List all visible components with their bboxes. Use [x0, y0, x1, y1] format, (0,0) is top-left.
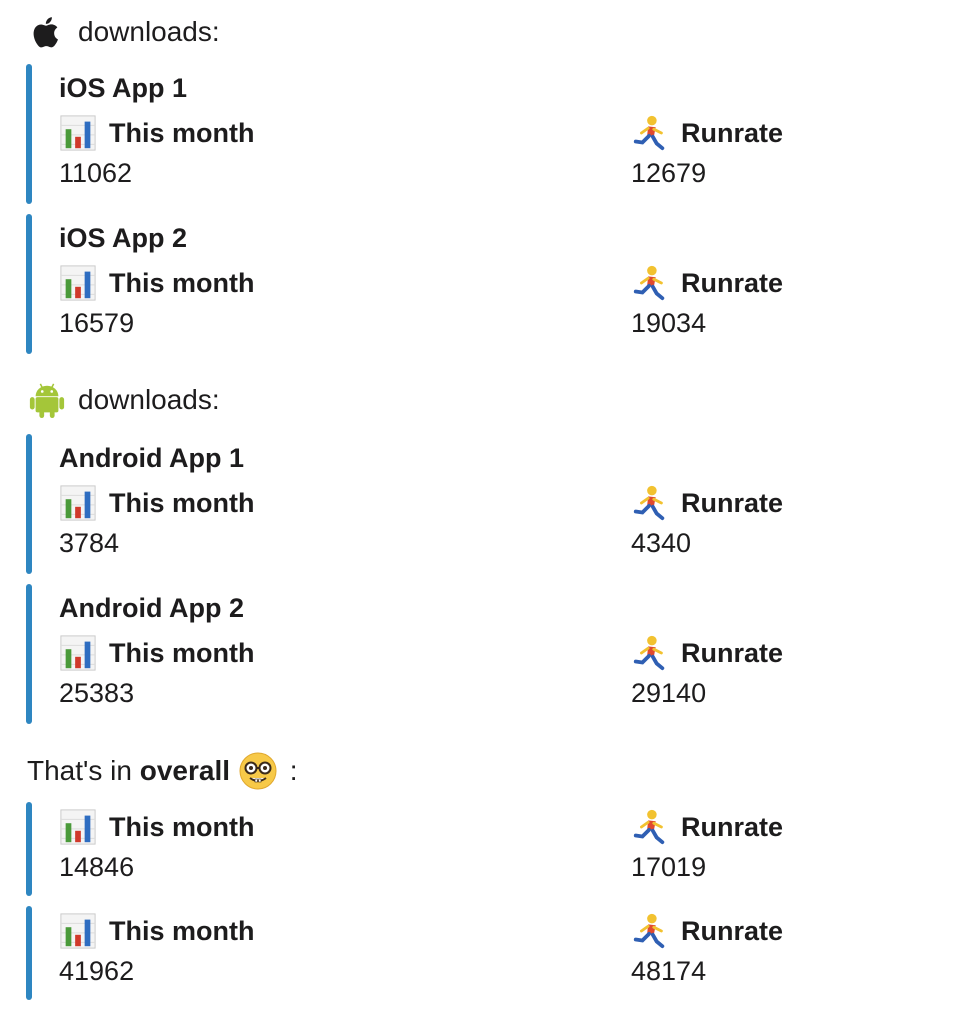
runrate-value: 12679: [631, 158, 707, 188]
this-month-value: 16579: [59, 308, 135, 338]
attachment-android-app-1: Android App 1 This month 3784 Runrate 43…: [26, 434, 926, 574]
overall-suffix: :: [282, 755, 298, 786]
runrate-label: Runrate: [681, 118, 784, 148]
this-month-label: This month: [109, 488, 255, 518]
field-this-month: This month 3784: [59, 483, 359, 559]
attachment-overall-2: This month 41962 Runrate 48174: [26, 906, 926, 1000]
field-this-month: This month 11062: [59, 113, 359, 189]
runrate-label: Runrate: [681, 268, 784, 298]
apple-logo-icon: [33, 17, 59, 48]
bar-chart-icon: [60, 265, 96, 301]
attachment-accent-bar: [26, 802, 32, 896]
runner-icon: [633, 913, 665, 949]
bar-chart-icon: [60, 913, 96, 949]
this-month-label: This month: [109, 812, 255, 842]
runrate-value: 17019: [631, 852, 707, 882]
attachment-ios-app-1: iOS App 1 This month 11062 Runrate 12679: [26, 64, 926, 204]
attachment-title: Android App 2: [59, 593, 244, 623]
this-month-value: 25383: [59, 678, 135, 708]
overall-header: That's in overall :: [27, 751, 298, 791]
runner-icon: [633, 809, 665, 845]
runrate-label: Runrate: [681, 812, 784, 842]
field-this-month: This month 14846: [59, 807, 359, 883]
field-this-month: This month 25383: [59, 633, 359, 709]
attachment-accent-bar: [26, 584, 32, 724]
attachment-title: iOS App 2: [59, 223, 188, 253]
attachment-accent-bar: [26, 434, 32, 574]
android-logo-icon: [29, 383, 65, 419]
this-month-value: 11062: [59, 158, 133, 188]
attachment-android-app-2: Android App 2 This month 25383 Runrate 2…: [26, 584, 926, 724]
attachment-accent-bar: [26, 64, 32, 204]
field-runrate: Runrate 29140: [631, 633, 931, 709]
runner-icon: [633, 485, 665, 521]
this-month-label: This month: [109, 268, 255, 298]
nerd-face-icon: [239, 752, 277, 790]
attachment-ios-app-2: iOS App 2 This month 16579 Runrate 19034: [26, 214, 926, 354]
android-downloads-label: downloads:: [78, 384, 220, 415]
attachment-accent-bar: [26, 214, 32, 354]
this-month-label: This month: [109, 638, 255, 668]
bar-chart-icon: [60, 115, 96, 151]
ios-downloads-header: downloads:: [28, 13, 220, 51]
runrate-value: 4340: [631, 528, 692, 558]
overall-bold-text: overall: [139, 755, 231, 786]
runner-icon: [633, 115, 665, 151]
runrate-value: 48174: [631, 956, 707, 986]
this-month-label: This month: [109, 118, 255, 148]
runrate-value: 19034: [631, 308, 707, 338]
this-month-label: This month: [109, 916, 255, 946]
this-month-value: 3784: [59, 528, 120, 558]
attachment-accent-bar: [26, 906, 32, 1000]
message-body: downloads: iOS App 1 This month 11062 Ru…: [0, 0, 966, 1030]
this-month-value: 41962: [59, 956, 135, 986]
runrate-label: Runrate: [681, 916, 784, 946]
overall-prefix: That's in: [27, 755, 140, 786]
field-runrate: Runrate 48174: [631, 911, 931, 987]
runner-icon: [633, 265, 665, 301]
field-this-month: This month 16579: [59, 263, 359, 339]
runrate-label: Runrate: [681, 488, 784, 518]
field-runrate: Runrate 19034: [631, 263, 931, 339]
attachment-title: Android App 1: [59, 443, 244, 473]
field-runrate: Runrate 4340: [631, 483, 931, 559]
attachment-title: iOS App 1: [59, 73, 188, 103]
ios-downloads-label: downloads:: [78, 16, 220, 47]
runrate-value: 29140: [631, 678, 707, 708]
bar-chart-icon: [60, 485, 96, 521]
bar-chart-icon: [60, 635, 96, 671]
field-runrate: Runrate 12679: [631, 113, 931, 189]
field-this-month: This month 41962: [59, 911, 359, 987]
this-month-value: 14846: [59, 852, 135, 882]
attachment-overall-1: This month 14846 Runrate 17019: [26, 802, 926, 896]
runner-icon: [633, 635, 665, 671]
bar-chart-icon: [60, 809, 96, 845]
android-downloads-header: downloads:: [28, 381, 220, 419]
field-runrate: Runrate 17019: [631, 807, 931, 883]
runrate-label: Runrate: [681, 638, 784, 668]
